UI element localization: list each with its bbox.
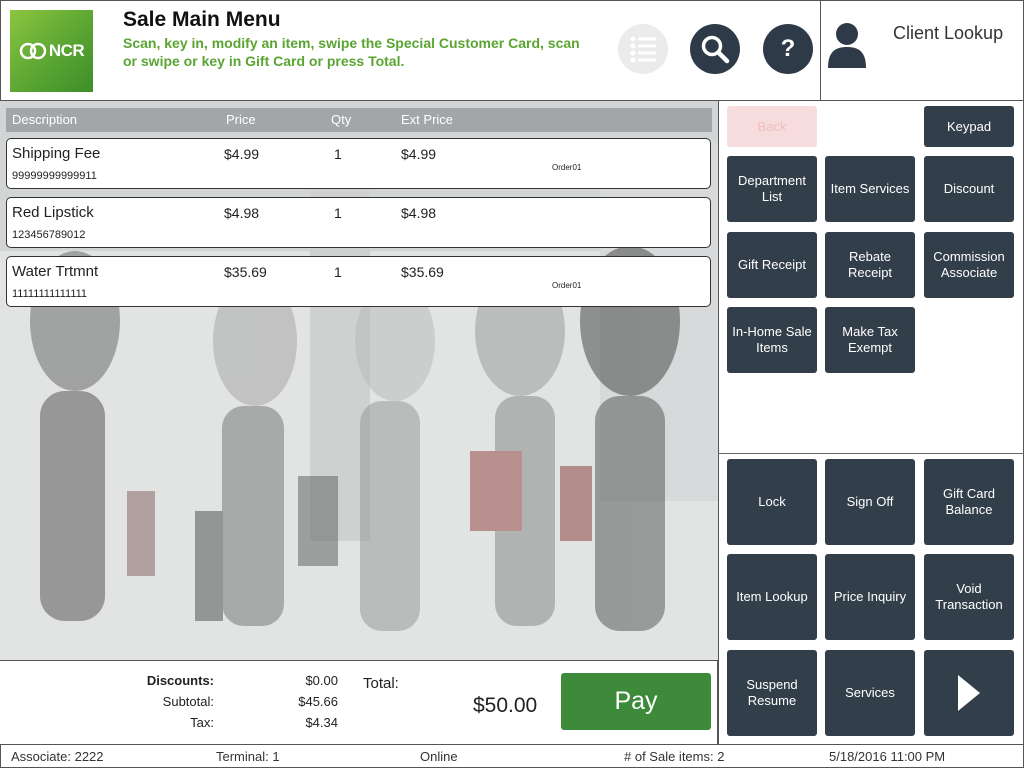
item-services-button[interactable]: Item Services [825, 156, 915, 222]
sign-off-button[interactable]: Sign Off [825, 459, 915, 545]
gift-card-balance-button[interactable]: Gift Card Balance [924, 459, 1014, 545]
item-sku: 123456789012 [12, 229, 86, 241]
department-list-button[interactable]: Department List [727, 156, 817, 222]
totals-panel: Discounts: $0.00 Subtotal: $45.66 Tax: $… [0, 660, 718, 744]
discounts-label: Discounts: [146, 673, 214, 688]
discount-button[interactable]: Discount [924, 156, 1014, 222]
panel-divider [718, 453, 1024, 454]
user-icon [828, 23, 866, 68]
gift-receipt-button[interactable]: Gift Receipt [727, 232, 817, 298]
page-instructions: Scan, key in, modify an item, swipe the … [123, 35, 580, 69]
discounts-value: $0.00 [305, 673, 338, 688]
back-button[interactable]: Back [727, 106, 817, 147]
column-header-qty: Qty [331, 112, 352, 127]
item-sku: 11111111111111 [12, 288, 88, 300]
subtotal-value: $45.66 [298, 694, 338, 709]
item-sku: 99999999999911 [12, 170, 97, 182]
in-home-sale-items-button[interactable]: In-Home Sale Items [727, 307, 817, 373]
subtotal-label: Subtotal: [162, 694, 214, 709]
make-tax-exempt-button[interactable]: Make Tax Exempt [825, 307, 915, 373]
column-header-ext-price: Ext Price [401, 112, 454, 127]
table-row[interactable]: Water Trtmnt 11111111111111 $35.69 1 $35… [6, 256, 711, 307]
column-header-description: Description [12, 112, 78, 127]
item-order-tag: Order01 [552, 163, 582, 172]
logo-text: NCR [48, 41, 85, 60]
client-lookup-label: Client Lookup [893, 23, 1004, 43]
table-row[interactable]: Shipping Fee 99999999999911 $4.99 1 $4.9… [6, 138, 711, 189]
item-qty: 1 [334, 264, 342, 280]
header: NCR Sale Main Menu Scan, key in, modify … [0, 0, 1024, 102]
keypad-button[interactable]: Keypad [924, 106, 1014, 147]
receipt-list-icon [630, 36, 656, 63]
next-page-button[interactable] [924, 650, 1014, 736]
item-price: $4.98 [224, 205, 260, 221]
lock-button[interactable]: Lock [727, 459, 817, 545]
next-arrow-icon [958, 675, 980, 711]
item-price: $35.69 [224, 264, 267, 280]
page-title: Sale Main Menu [123, 8, 281, 31]
item-lookup-button[interactable]: Item Lookup [727, 554, 817, 640]
terminal-status: Terminal: 1 [216, 749, 280, 764]
suspend-resume-button[interactable]: Suspend Resume [727, 650, 817, 736]
help-icon: ? [780, 35, 796, 62]
search-button[interactable] [690, 24, 740, 74]
item-qty: 1 [334, 146, 342, 162]
connection-status: Online [420, 749, 458, 764]
services-button[interactable]: Services [825, 650, 915, 736]
rebate-receipt-button[interactable]: Rebate Receipt [825, 232, 915, 298]
table-header: Description Price Qty Ext Price [6, 108, 712, 132]
item-price: $4.99 [224, 146, 260, 162]
sale-items-count: # of Sale items: 2 [624, 749, 725, 764]
status-bar: Associate: 2222 Terminal: 1 Online # of … [0, 744, 1024, 768]
help-button[interactable]: ? [763, 24, 813, 74]
item-description: Water Trtmnt [12, 263, 99, 280]
commission-associate-button[interactable]: Commission Associate [924, 232, 1014, 298]
item-ext-price: $4.99 [401, 146, 437, 162]
client-lookup-button[interactable]: Client Lookup [820, 1, 1024, 102]
total-value: $50.00 [473, 694, 538, 717]
tax-label: Tax: [190, 715, 214, 730]
ncr-logo-icon [19, 42, 47, 60]
price-inquiry-button[interactable]: Price Inquiry [825, 554, 915, 640]
item-qty: 1 [334, 205, 342, 221]
item-order-tag: Order01 [552, 281, 582, 290]
associate-status: Associate: 2222 [11, 749, 104, 764]
ncr-logo: NCR [10, 10, 93, 92]
item-description: Red Lipstick [12, 204, 94, 221]
pay-button[interactable]: Pay [561, 673, 711, 730]
sale-items-area: Description Price Qty Ext Price Shipping… [0, 101, 718, 660]
void-transaction-button[interactable]: Void Transaction [924, 554, 1014, 640]
search-icon [701, 35, 730, 64]
item-ext-price: $35.69 [401, 264, 444, 280]
date-time: 5/18/2016 11:00 PM [829, 749, 946, 764]
item-ext-price: $4.98 [401, 205, 437, 221]
tax-value: $4.34 [305, 715, 338, 730]
table-row[interactable]: Red Lipstick 123456789012 $4.98 1 $4.98 [6, 197, 711, 248]
column-header-price: Price [226, 112, 256, 127]
receipt-list-button[interactable] [618, 24, 668, 74]
item-description: Shipping Fee [12, 145, 101, 162]
total-label: Total: [363, 675, 399, 692]
